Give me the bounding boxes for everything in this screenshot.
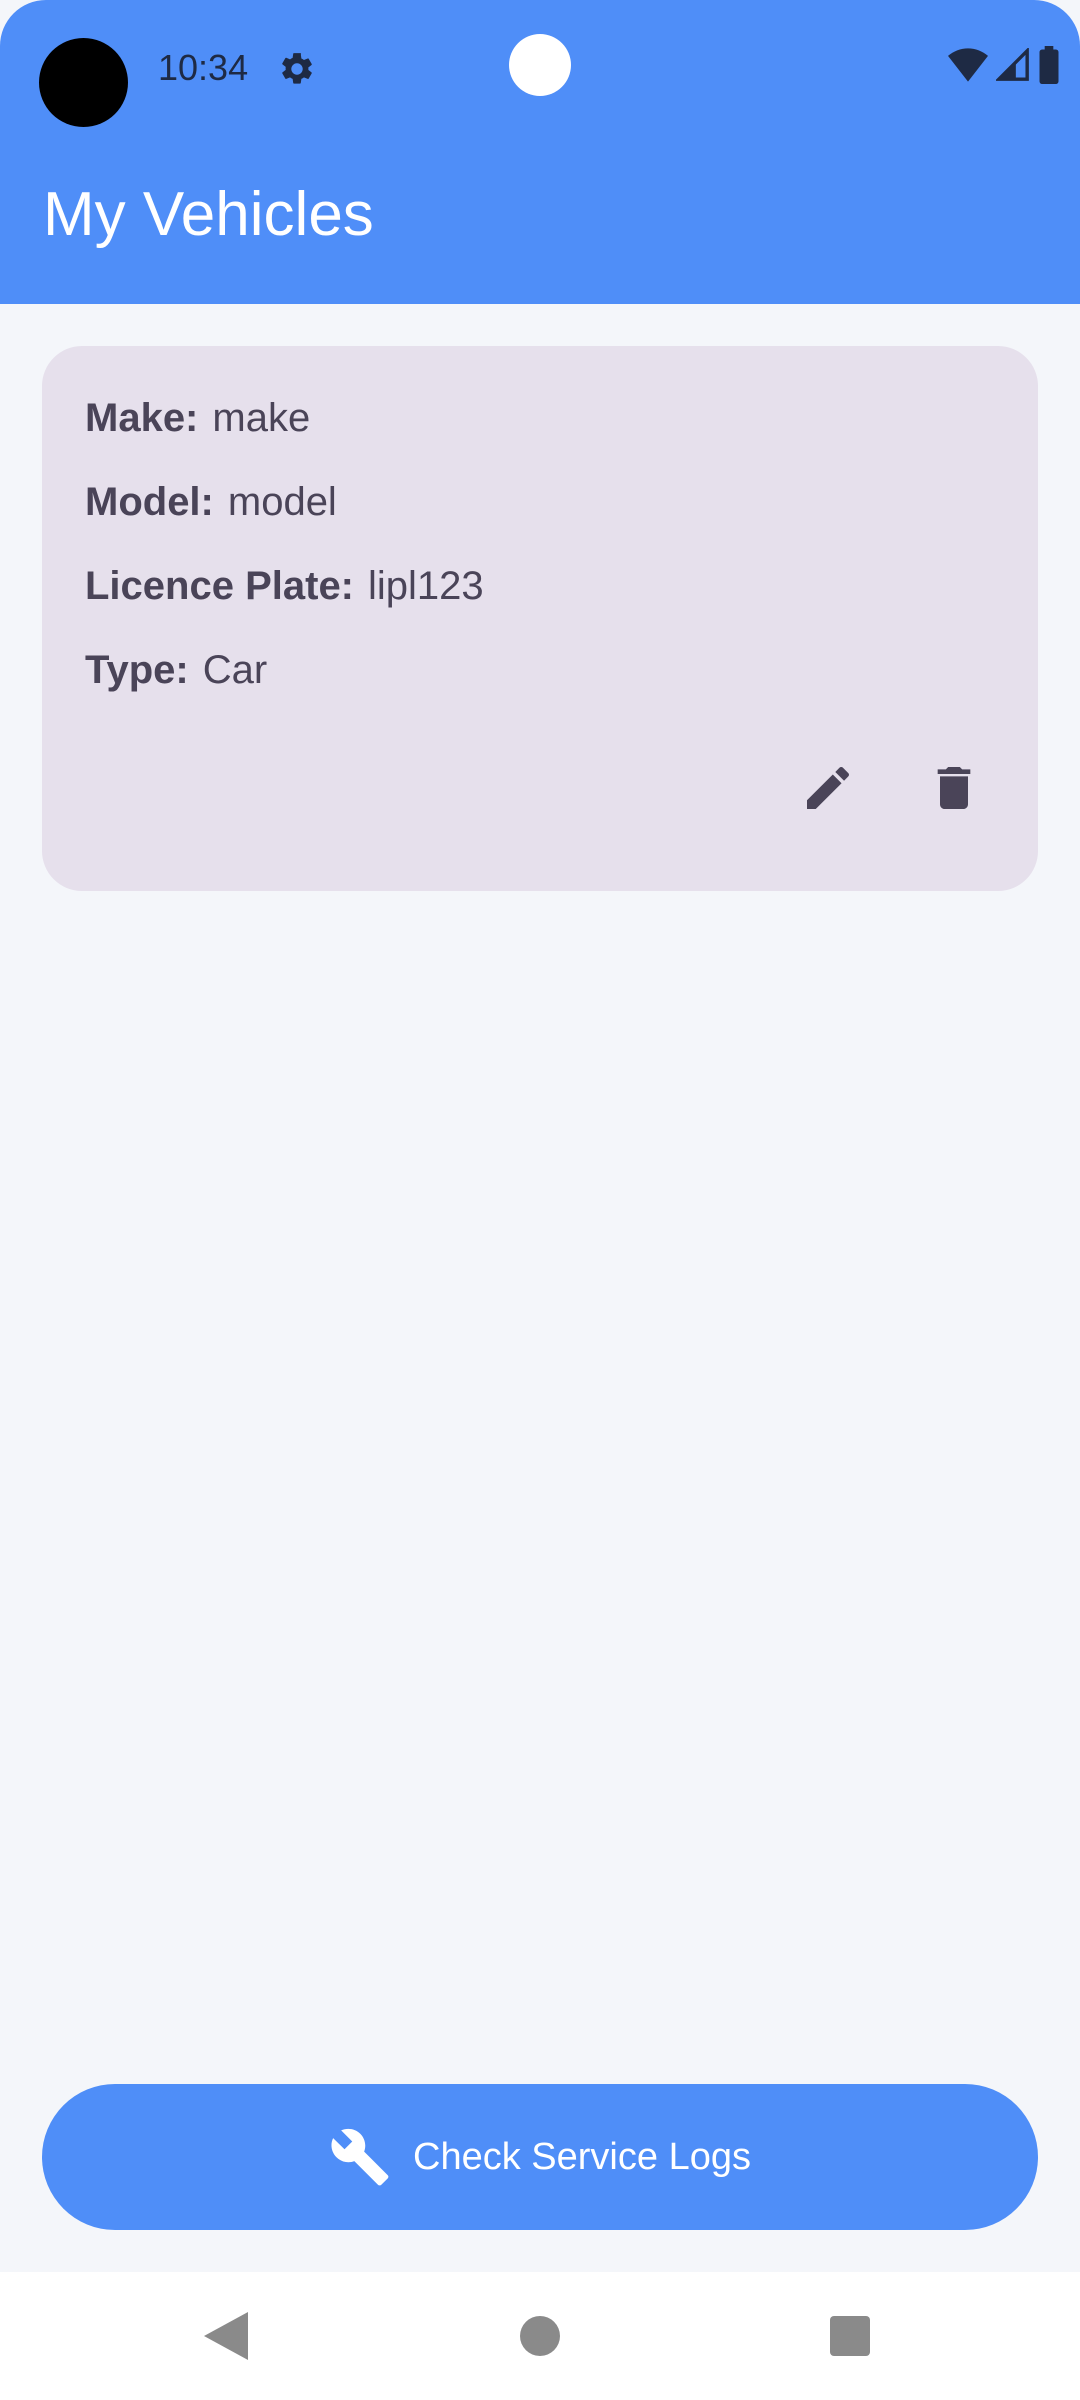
type-label: Type: — [85, 648, 189, 692]
system-nav-bar — [0, 2272, 1080, 2400]
wifi-icon — [948, 48, 988, 82]
app-header: 10:34 My Vehicles — [0, 0, 1080, 304]
page-title: My Vehicles — [43, 180, 374, 249]
service-button-label: Check Service Logs — [413, 2135, 751, 2178]
model-value: model — [227, 480, 337, 524]
edit-vehicle-button[interactable] — [780, 740, 876, 836]
home-icon[interactable] — [520, 2316, 560, 2356]
delete-icon — [937, 767, 971, 809]
licence-plate-row: Licence Plate: lipl123 — [85, 562, 484, 610]
check-service-logs-button[interactable]: Check Service Logs — [42, 2084, 1038, 2230]
signal-icon — [996, 48, 1029, 81]
type-row: Type: Car — [85, 646, 267, 694]
status-icons — [948, 46, 1060, 84]
make-value: make — [212, 396, 311, 440]
status-time: 10:34 — [158, 47, 249, 88]
battery-icon — [1039, 46, 1059, 84]
delete-vehicle-button[interactable] — [906, 740, 1002, 836]
make-row: Make: make — [85, 394, 310, 442]
back-icon[interactable] — [204, 2312, 248, 2360]
type-value: Car — [202, 648, 268, 692]
camera-cutout — [39, 38, 128, 127]
licence-plate-value: lipl123 — [368, 564, 484, 608]
make-label: Make: — [85, 396, 199, 440]
screen: 10:34 My Vehicles Make: make Model: model — [0, 0, 1080, 2400]
wrench-icon — [331, 2128, 389, 2186]
gear-icon — [282, 53, 312, 84]
front-camera — [509, 34, 571, 96]
licence-plate-label: Licence Plate: — [85, 564, 355, 608]
model-row: Model: model — [85, 478, 337, 526]
edit-icon — [807, 766, 850, 809]
recents-icon[interactable] — [830, 2316, 870, 2356]
vehicle-card[interactable]: Make: make Model: model Licence Plate: lipl… — [42, 346, 1038, 891]
model-label: Model: — [85, 480, 214, 524]
